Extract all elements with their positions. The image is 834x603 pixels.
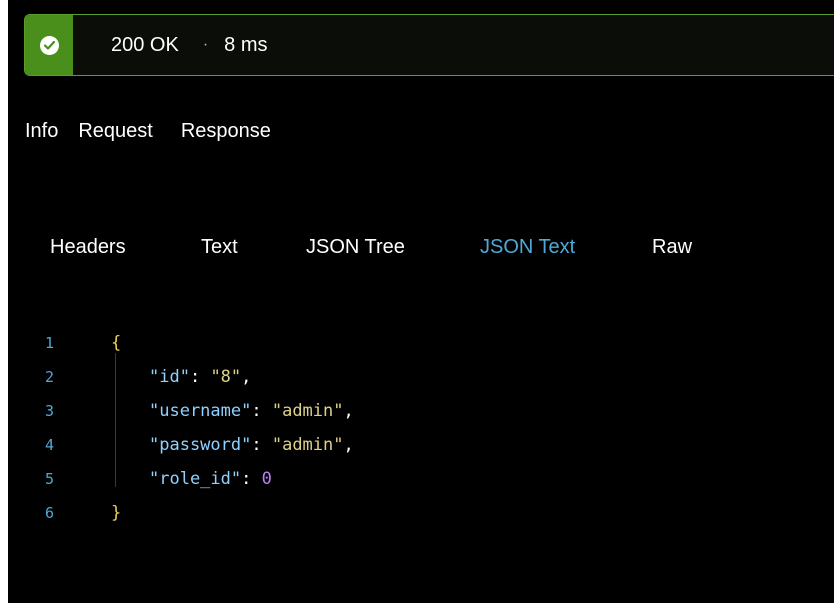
tab-text[interactable]: Text (201, 236, 238, 259)
json-key: "password" (149, 435, 252, 455)
status-separator: · (202, 36, 209, 53)
tab-json-tree[interactable]: JSON Tree (306, 236, 405, 259)
json-code-view[interactable]: 1 { 2 "id": "8", 3 "username": "admin", … (8, 326, 834, 530)
code-line: 5 "role_id": 0 (8, 462, 834, 496)
check-icon (43, 40, 55, 50)
status-text: 200 OK · 8 ms (111, 15, 268, 75)
line-number: 4 (45, 436, 55, 454)
line-number: 1 (45, 334, 55, 352)
tab-headers[interactable]: Headers (50, 236, 126, 259)
tab-response[interactable]: Response (181, 120, 271, 143)
open-brace: { (111, 333, 122, 353)
code-line: 1 { (8, 326, 834, 360)
check-circle-icon (39, 35, 59, 55)
json-key: "role_id" (149, 469, 242, 489)
json-value: "8" (210, 367, 242, 387)
line-number: 3 (45, 402, 55, 420)
tab-info[interactable]: Info (25, 120, 58, 143)
response-panel: 200 OK · 8 ms Info Request Response Head… (8, 0, 834, 603)
tab-request[interactable]: Request (78, 120, 153, 143)
json-value: "admin" (271, 401, 344, 421)
status-indicator (25, 15, 73, 75)
tab-raw[interactable]: Raw (652, 236, 692, 259)
code-line: 4 "password": "admin", (8, 428, 834, 462)
tab-json-text[interactable]: JSON Text (480, 236, 575, 259)
line-number: 2 (45, 368, 55, 386)
json-key: "id" (149, 367, 190, 387)
json-value: 0 (261, 469, 272, 489)
response-time: 8 ms (224, 33, 268, 56)
line-number: 5 (45, 470, 55, 488)
close-brace: } (111, 503, 122, 523)
code-line: 6 } (8, 496, 834, 530)
main-tabs: Info Request Response (25, 120, 271, 143)
code-line: 3 "username": "admin", (8, 394, 834, 428)
json-value: "admin" (271, 435, 344, 455)
code-line: 2 "id": "8", (8, 360, 834, 394)
status-code: 200 OK (111, 33, 179, 56)
status-bar: 200 OK · 8 ms (24, 14, 834, 76)
line-number: 6 (45, 504, 55, 522)
json-key: "username" (149, 401, 252, 421)
